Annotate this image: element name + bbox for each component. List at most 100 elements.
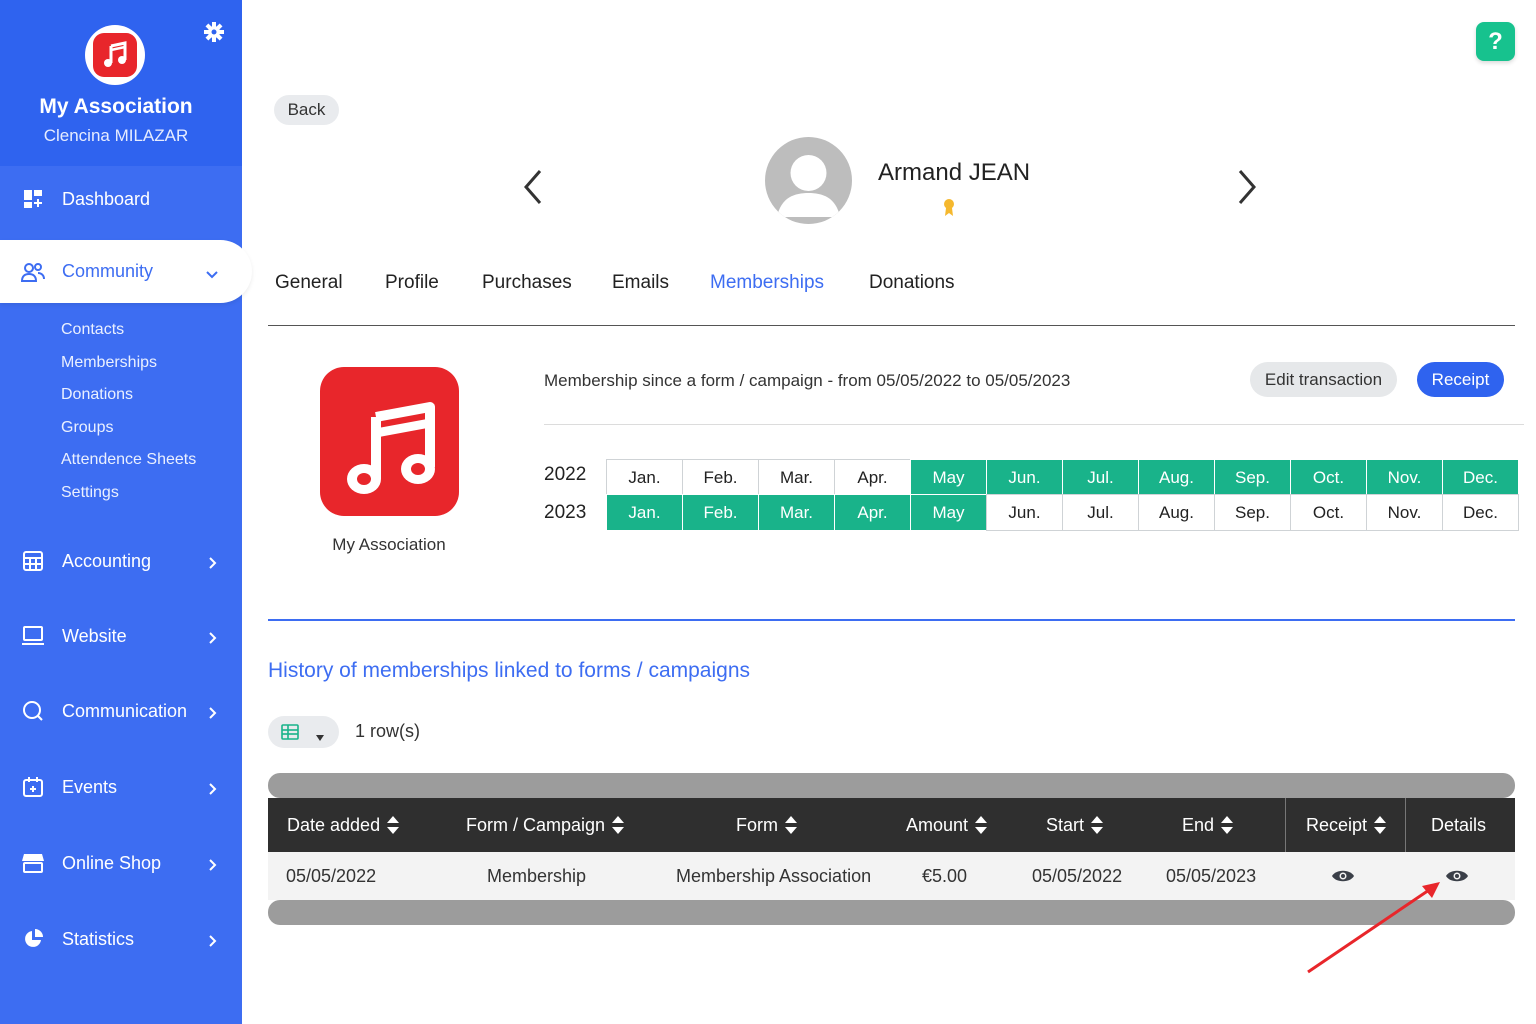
sidebar-item-label: Statistics — [62, 928, 135, 949]
column-label: Form — [736, 814, 778, 835]
sort-icon — [612, 816, 625, 834]
sort-icon — [1374, 816, 1387, 834]
tab-profile[interactable]: Profile — [385, 272, 439, 294]
chevron-right-icon — [205, 629, 219, 644]
tab-donations[interactable]: Donations — [869, 272, 955, 294]
sidebar-item-events[interactable]: Events — [0, 762, 242, 812]
column-end[interactable]: End — [1182, 798, 1234, 852]
table-header: Date added Form / Campaign Form Amount S… — [268, 798, 1515, 852]
month-cell: Nov. — [1366, 459, 1443, 496]
month-cell: Jul. — [1062, 459, 1139, 496]
cell-start: 05/05/2022 — [1032, 865, 1123, 886]
membership-description: Membership since a form / campaign - fro… — [544, 371, 1071, 390]
column-divider — [1405, 798, 1406, 852]
year-label-2023: 2023 — [544, 502, 587, 523]
sidebar-subitem-memberships[interactable]: Memberships — [61, 354, 157, 372]
tab-emails[interactable]: Emails — [612, 272, 669, 294]
row-count: 1 row(s) — [355, 721, 421, 741]
sidebar-item-label: Events — [62, 776, 118, 797]
sidebar-item-communication[interactable]: Communication — [0, 686, 242, 736]
divider — [544, 424, 1524, 425]
music-note-icon — [93, 33, 137, 77]
month-cell: Mar. — [758, 494, 835, 531]
caret-down-icon — [316, 728, 324, 746]
sidebar-item-accounting[interactable]: Accounting — [0, 536, 242, 586]
sidebar: My Association Clencina MILAZAR Dashboar… — [0, 0, 252, 1024]
monitor-icon — [20, 623, 46, 649]
association-logo[interactable] — [85, 25, 145, 85]
month-cell: Jan. — [606, 494, 683, 531]
users-icon — [20, 259, 46, 285]
sidebar-item-statistics[interactable]: Statistics — [0, 914, 242, 964]
month-cell: Jan. — [606, 459, 683, 496]
sidebar-subitem-attendance[interactable]: Attendence Sheets — [61, 451, 196, 469]
column-amount[interactable]: Amount — [906, 798, 988, 852]
month-cell: Dec. — [1442, 459, 1519, 496]
month-grid-2023: Jan. Feb. Mar. Apr. May Jun. Jul. Aug. Sep. Oct. N… — [606, 494, 1519, 531]
previous-contact-button[interactable] — [518, 165, 548, 209]
help-button[interactable]: ? — [1476, 22, 1515, 61]
dashboard-icon — [20, 186, 46, 212]
sidebar-item-website[interactable]: Website — [0, 611, 242, 661]
column-receipt[interactable]: Receipt — [1306, 798, 1387, 852]
next-contact-button[interactable] — [1232, 165, 1262, 209]
calendar-icon — [20, 774, 46, 800]
export-dropdown-button[interactable] — [268, 716, 339, 748]
edit-transaction-button[interactable]: Edit transaction — [1250, 362, 1397, 397]
column-label: Form / Campaign — [466, 814, 606, 835]
tab-general[interactable]: General — [275, 272, 343, 294]
month-cell: Aug. — [1138, 494, 1215, 531]
column-date-added[interactable]: Date added — [287, 798, 400, 852]
section-divider — [268, 619, 1515, 621]
sort-icon — [1091, 816, 1104, 834]
cell-end: 05/05/2023 — [1166, 865, 1257, 886]
month-cell: Apr. — [834, 494, 911, 531]
column-form[interactable]: Form — [736, 798, 798, 852]
tab-purchases[interactable]: Purchases — [482, 272, 572, 294]
sidebar-item-dashboard[interactable]: Dashboard — [0, 174, 242, 224]
column-start[interactable]: Start — [1046, 798, 1104, 852]
annotation-arrow-icon — [1307, 882, 1440, 974]
gear-icon[interactable] — [202, 20, 226, 44]
sidebar-item-community[interactable]: Community — [0, 240, 252, 303]
shop-icon — [20, 850, 46, 876]
month-grid-2022: Jan. Feb. Mar. Apr. May Jun. Jul. Aug. Sep. Oct. N… — [606, 459, 1519, 496]
sidebar-item-label: Dashboard — [62, 188, 151, 209]
chat-icon — [20, 698, 46, 724]
column-details: Details — [1431, 798, 1486, 852]
sidebar-subitem-settings[interactable]: Settings — [61, 484, 119, 502]
month-cell: May — [910, 494, 987, 531]
column-divider — [1285, 798, 1286, 852]
tab-memberships[interactable]: Memberships — [710, 272, 824, 294]
sidebar-header: My Association Clencina MILAZAR — [0, 0, 242, 166]
sidebar-subitem-contacts[interactable]: Contacts — [61, 321, 124, 339]
spreadsheet-icon — [280, 722, 300, 747]
chevron-right-icon — [205, 704, 219, 719]
pie-chart-icon — [20, 926, 46, 952]
sidebar-item-label: Communication — [62, 700, 188, 721]
sidebar-item-label: Online Shop — [62, 852, 162, 873]
month-cell: May — [910, 459, 987, 496]
sidebar-subitem-donations[interactable]: Donations — [61, 386, 133, 404]
month-cell: Oct. — [1290, 459, 1367, 496]
sidebar-item-label: Community — [62, 261, 154, 281]
back-button[interactable]: Back — [274, 95, 339, 125]
month-cell: Oct. — [1290, 494, 1367, 531]
column-label: Date added — [287, 814, 381, 835]
sidebar-subitem-groups[interactable]: Groups — [61, 419, 113, 437]
member-badge-icon — [942, 198, 956, 218]
horizontal-scrollbar[interactable] — [268, 773, 1515, 798]
chevron-right-icon — [205, 856, 219, 871]
column-form-campaign[interactable]: Form / Campaign — [466, 798, 625, 852]
month-cell: Feb. — [682, 494, 759, 531]
sidebar-item-online-shop[interactable]: Online Shop — [0, 838, 242, 888]
history-title: History of memberships linked to forms /… — [268, 659, 751, 682]
year-label-2022: 2022 — [544, 464, 587, 485]
month-cell: Sep. — [1214, 494, 1291, 531]
calculator-icon — [20, 548, 46, 574]
month-cell: Dec. — [1442, 494, 1519, 531]
month-cell: Jul. — [1062, 494, 1139, 531]
sort-icon — [785, 816, 797, 834]
contact-tabs: General Profile Purchases Emails Members… — [268, 268, 1515, 326]
receipt-button[interactable]: Receipt — [1417, 362, 1504, 397]
